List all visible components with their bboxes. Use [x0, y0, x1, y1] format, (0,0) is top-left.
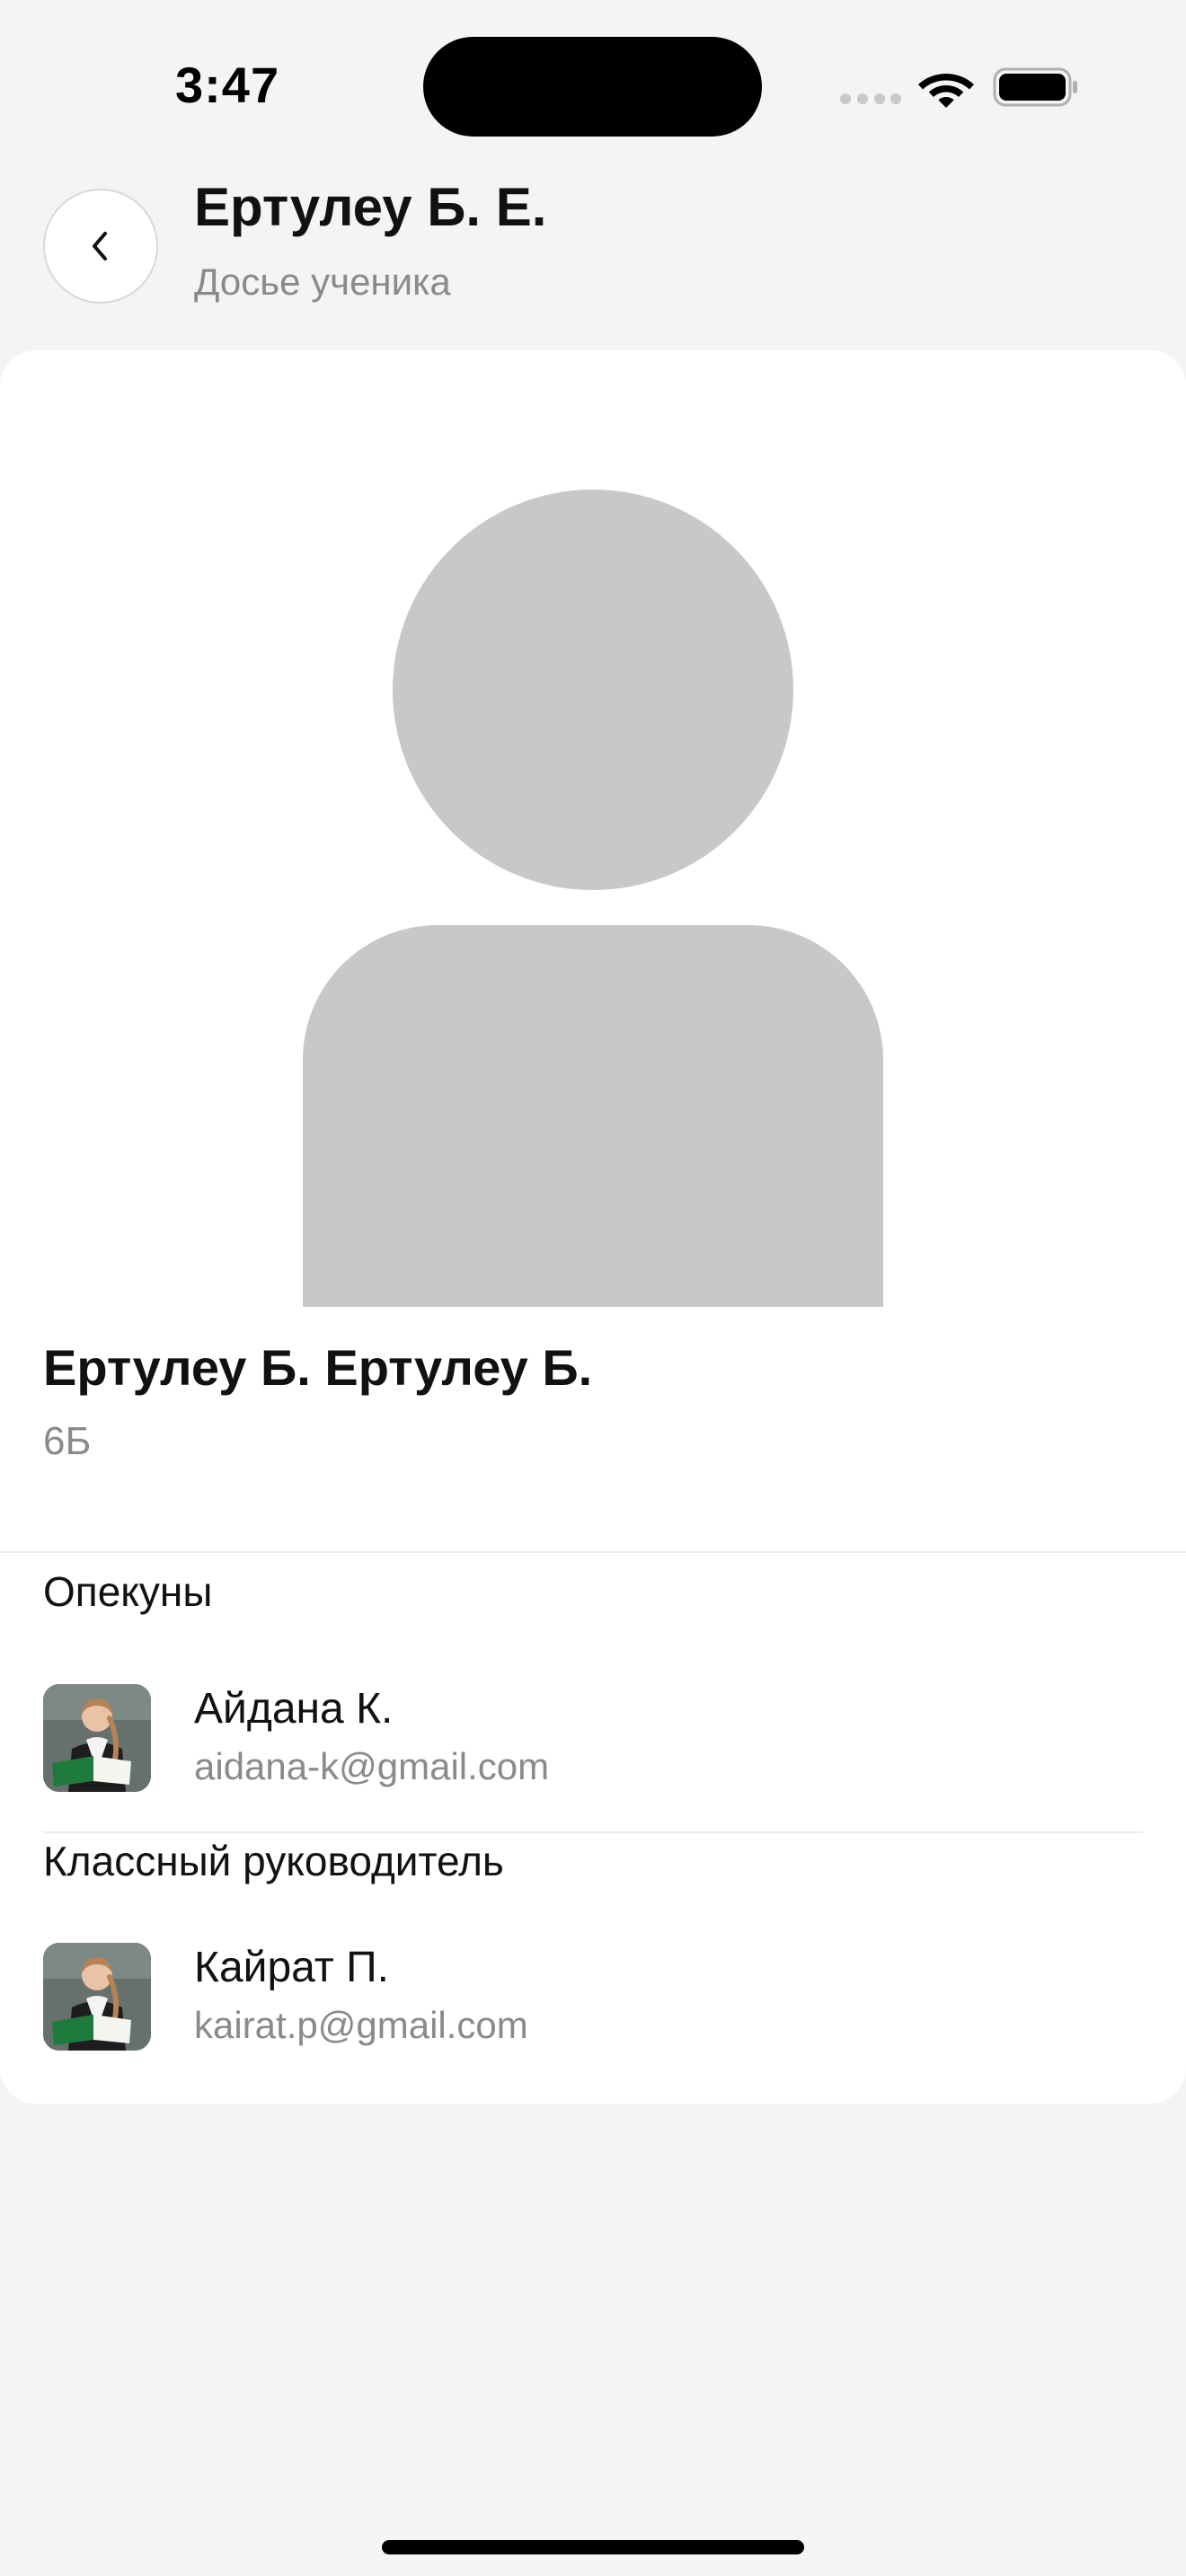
class-teacher-name: Кайрат П.: [194, 1944, 389, 1991]
page-subtitle: Досье ученика: [194, 260, 451, 303]
avatar-head-shape: [393, 490, 793, 890]
home-indicator[interactable]: [382, 2540, 804, 2554]
status-bar: 3:47: [0, 0, 1186, 171]
avatar-body-shape: [303, 925, 883, 1307]
person-photo: [43, 1943, 151, 2051]
student-profile-card: Ертулеу Б. Ертулеу Б. 6Б Опекуны Айдана …: [0, 350, 1186, 2104]
dynamic-island: [423, 37, 762, 137]
avatar: [43, 1943, 151, 2051]
divider: [0, 1551, 1186, 1553]
student-full-name: Ертулеу Б. Ертулеу Б.: [43, 1339, 593, 1396]
back-button[interactable]: [43, 189, 158, 304]
person-photo: [43, 1684, 151, 1792]
status-time: 3:47: [175, 57, 280, 113]
person-placeholder-icon: [303, 490, 883, 1307]
wifi-icon: [918, 74, 974, 108]
guardians-heading: Опекуны: [43, 1568, 213, 1615]
guardian-email: aidana-k@gmail.com: [194, 1745, 550, 1787]
avatar: [43, 1684, 151, 1792]
class-teacher-row[interactable]: Кайрат П. kairat.p@gmail.com: [43, 1943, 1143, 2052]
class-teacher-heading: Классный руководитель: [43, 1838, 504, 1884]
guardian-row[interactable]: Айдана К. aidana-k@gmail.com: [43, 1684, 1143, 1794]
guardian-name: Айдана К.: [194, 1685, 394, 1733]
chevron-left-icon: [93, 232, 107, 260]
battery-icon: [993, 67, 1077, 107]
page-title: Ертулеу Б. Е.: [194, 177, 547, 237]
divider: [43, 1831, 1143, 1833]
class-teacher-email: kairat.p@gmail.com: [194, 2004, 528, 2046]
cellular-signal-icon: [840, 93, 901, 106]
student-class: 6Б: [43, 1419, 92, 1463]
